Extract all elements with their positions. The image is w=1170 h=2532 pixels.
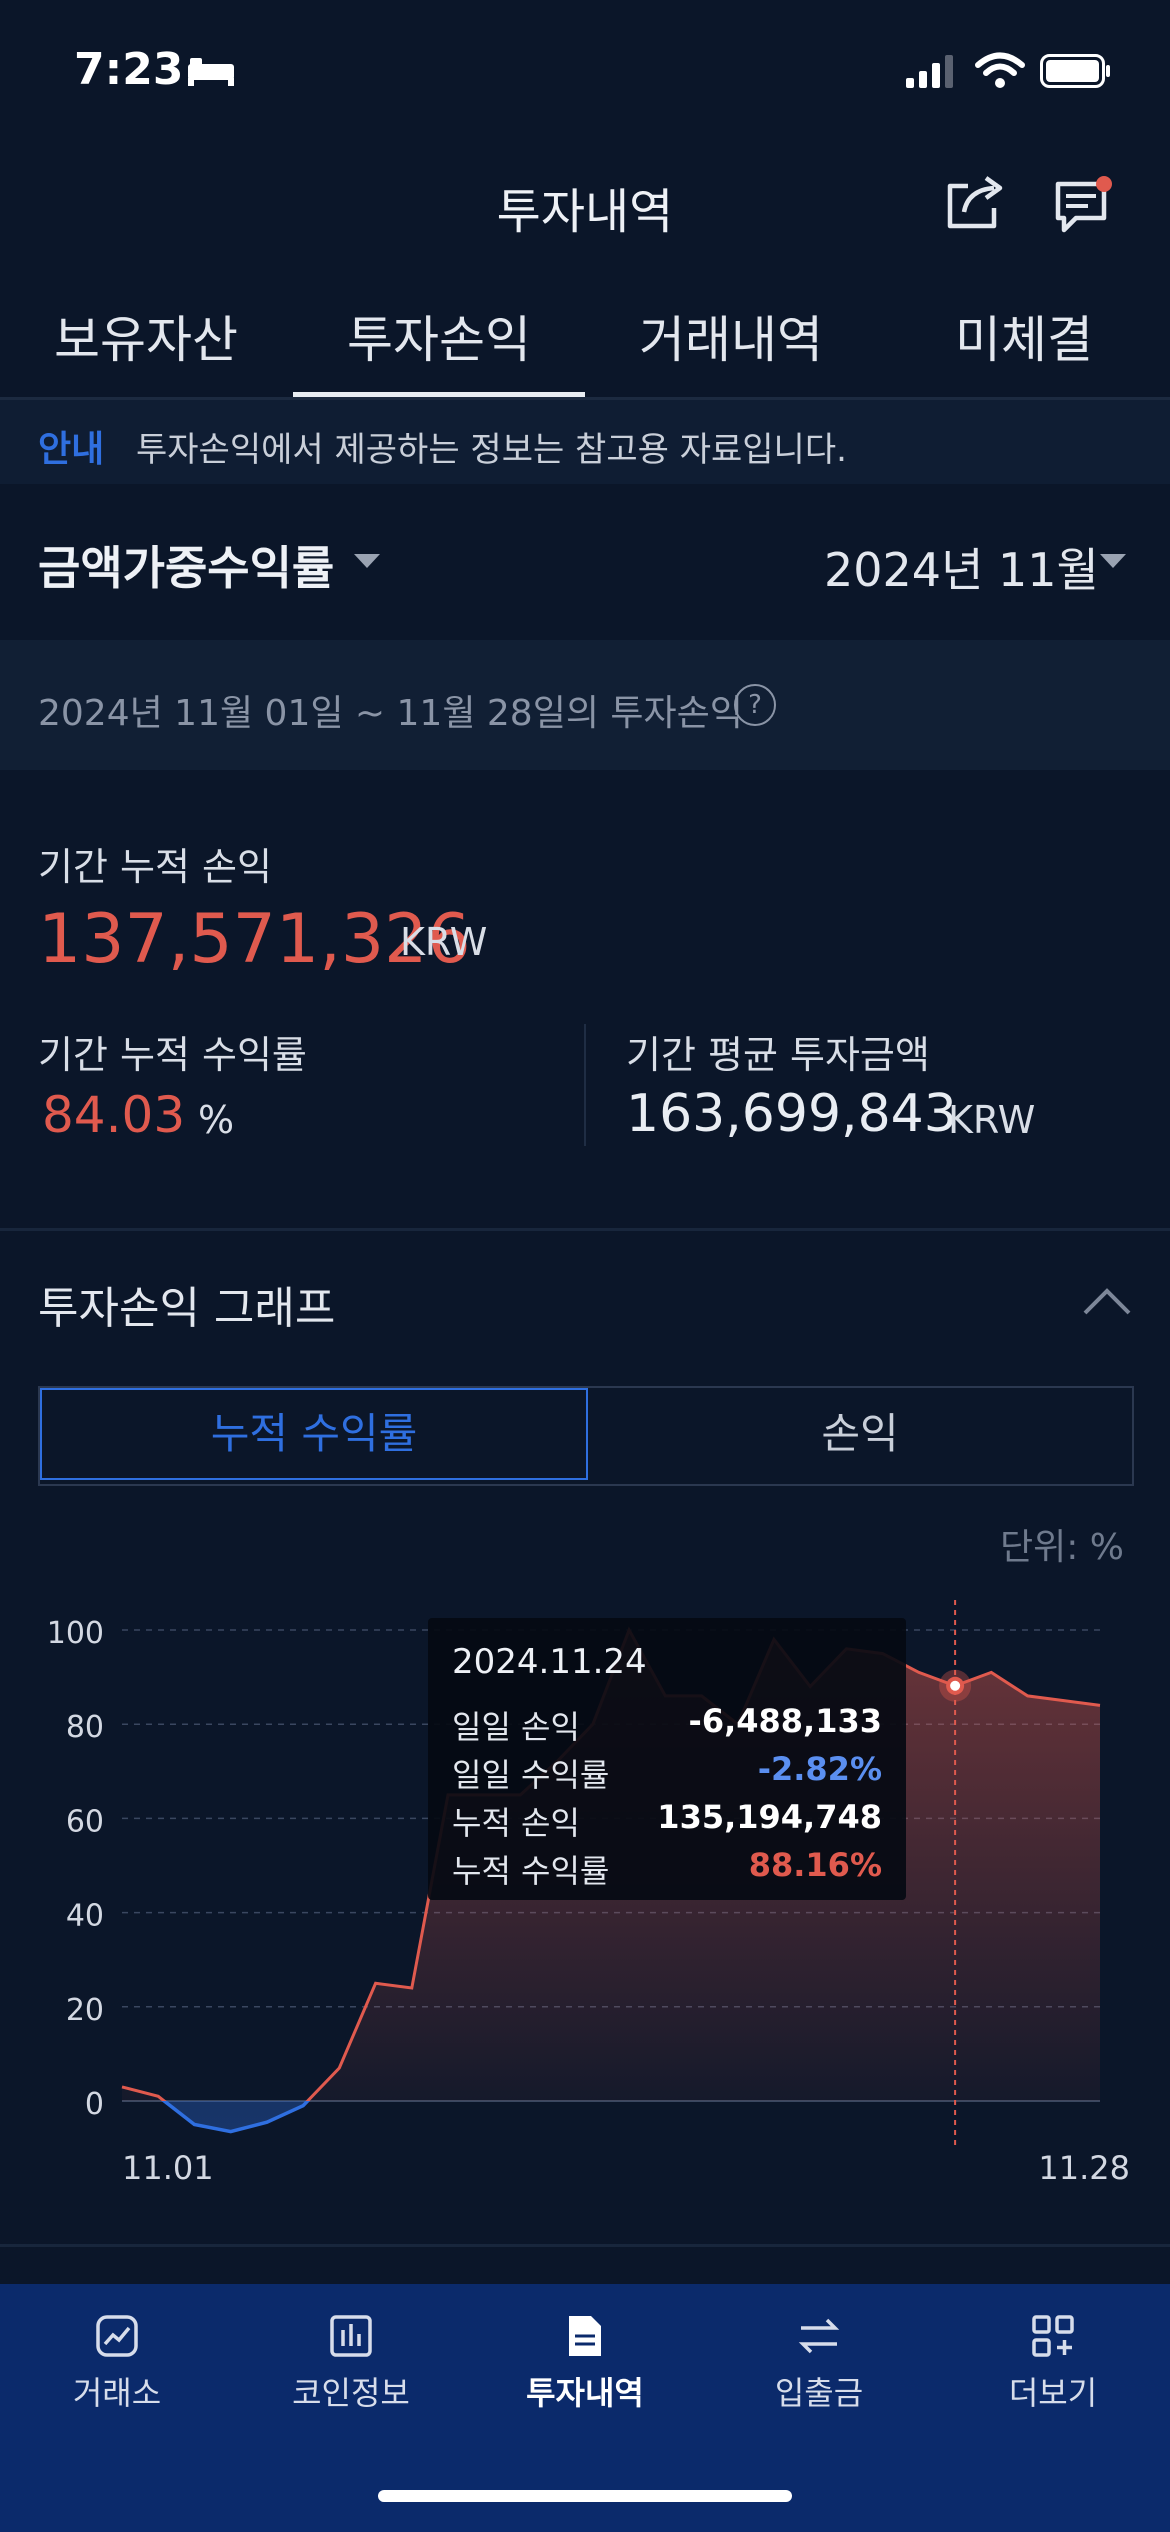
- graph-toggle: 누적 수익률 손익: [38, 1386, 1134, 1486]
- chevron-down-icon[interactable]: [352, 552, 382, 574]
- y-tick-label: 20: [66, 1993, 104, 2028]
- period-banner: 2024년 11월 01일 ~ 11월 28일의 투자손익 ?: [0, 640, 1170, 770]
- tab-holdings[interactable]: 보유자산: [0, 300, 292, 372]
- share-icon[interactable]: [944, 172, 1006, 236]
- tooltip-daily-rate-value: -2.82%: [757, 1750, 882, 1788]
- cellular-signal-icon: [904, 54, 956, 92]
- y-tick-label: 80: [66, 1710, 104, 1745]
- nav-more[interactable]: 더보기: [936, 2314, 1170, 2414]
- y-tick-label: 60: [66, 1804, 104, 1839]
- tooltip-date: 2024.11.24: [452, 1642, 647, 1682]
- nav-label: 입출금: [774, 2374, 864, 2412]
- tab-profit-loss[interactable]: 투자손익: [293, 300, 585, 372]
- chevron-down-icon[interactable]: [1098, 552, 1128, 574]
- notice-banner: 안내 투자손익에서 제공하는 정보는 참고용 자료입니다.: [0, 400, 1170, 484]
- section-divider: [0, 2244, 1170, 2247]
- avg-invest-unit: KRW: [948, 1098, 1036, 1142]
- x-tick-label: 11.01: [122, 2149, 214, 2187]
- tooltip-cum-pl-value: 135,194,748: [657, 1798, 882, 1836]
- exchange-chart-icon: [96, 2315, 138, 2357]
- y-tick-label: 40: [66, 1899, 104, 1934]
- tooltip-cum-rate-value: 88.16%: [748, 1846, 882, 1884]
- cum-rate-unit: %: [198, 1098, 235, 1142]
- transfer-arrows-icon: [798, 2318, 840, 2354]
- cum-rate-value: 84.03: [42, 1086, 186, 1144]
- nav-label: 거래소: [72, 2374, 162, 2412]
- nav-coin-info[interactable]: 코인정보: [234, 2314, 468, 2414]
- tooltip-daily-pl-label: 일일 손익: [452, 1708, 580, 1746]
- y-tick-label: 0: [85, 2087, 104, 2122]
- notice-text: 투자손익에서 제공하는 정보는 참고용 자료입니다.: [136, 430, 847, 470]
- section-divider: [0, 1228, 1170, 1231]
- tab-bar: 보유자산 투자손익 거래내역 미체결: [0, 300, 1170, 400]
- battery-icon: [1040, 54, 1112, 92]
- unit-label: 단위: %: [1000, 1527, 1125, 1568]
- sleep-mode-icon: [186, 54, 236, 92]
- bar-chart-icon: [330, 2315, 372, 2357]
- y-tick-label: 100: [47, 1616, 104, 1651]
- nav-investment-history[interactable]: 투자내역: [468, 2314, 702, 2414]
- tooltip-cum-rate-label: 누적 수익률: [452, 1852, 610, 1890]
- notice-tag: 안내: [38, 429, 105, 470]
- document-icon: [569, 2316, 601, 2356]
- tab-pending-orders[interactable]: 미체결: [878, 300, 1170, 372]
- nav-exchange[interactable]: 거래소: [0, 2314, 234, 2414]
- avg-invest-value: 163,699,843: [626, 1084, 957, 1144]
- graph-title: 투자손익 그래프: [38, 1283, 336, 1334]
- summary-divider: [584, 1024, 586, 1146]
- wifi-icon: [974, 52, 1026, 94]
- home-indicator: [378, 2490, 792, 2502]
- x-tick-label: 11.28: [1038, 2149, 1130, 2187]
- avg-invest-label: 기간 평균 투자금액: [626, 1033, 930, 1077]
- toggle-cumulative-rate[interactable]: 누적 수익률: [40, 1388, 588, 1480]
- cum-pl-unit: KRW: [400, 920, 488, 964]
- period-text: 2024년 11월 01일 ~ 11월 28일의 투자손익: [38, 693, 743, 734]
- toggle-profit-loss[interactable]: 손익: [588, 1388, 1132, 1480]
- help-icon[interactable]: ?: [734, 684, 776, 726]
- nav-label: 투자내역: [526, 2374, 644, 2412]
- metric-selector[interactable]: 금액가중수익률: [38, 532, 334, 598]
- highlight-point-center: [950, 1680, 961, 1691]
- cum-pl-label: 기간 누적 손익: [38, 845, 272, 889]
- nav-label: 더보기: [1008, 2374, 1098, 2412]
- grid-plus-icon: [1032, 2315, 1074, 2357]
- cum-rate-label: 기간 누적 수익률: [38, 1033, 307, 1077]
- nav-label: 코인정보: [292, 2374, 410, 2412]
- chat-icon[interactable]: [1052, 174, 1118, 240]
- tooltip-cum-pl-label: 누적 손익: [452, 1804, 580, 1842]
- tooltip-daily-pl-value: -6,488,133: [688, 1702, 882, 1740]
- status-time: 7:23: [74, 44, 184, 95]
- chart-tooltip: 2024.11.24 일일 손익 -6,488,133 일일 수익률 -2.82…: [428, 1618, 906, 1900]
- chevron-up-icon[interactable]: [1082, 1286, 1132, 1320]
- nav-deposit-withdraw[interactable]: 입출금: [702, 2314, 936, 2414]
- month-selector[interactable]: 2024년 11월: [824, 534, 1099, 600]
- tab-transactions[interactable]: 거래내역: [585, 300, 877, 372]
- tooltip-daily-rate-label: 일일 수익률: [452, 1756, 610, 1794]
